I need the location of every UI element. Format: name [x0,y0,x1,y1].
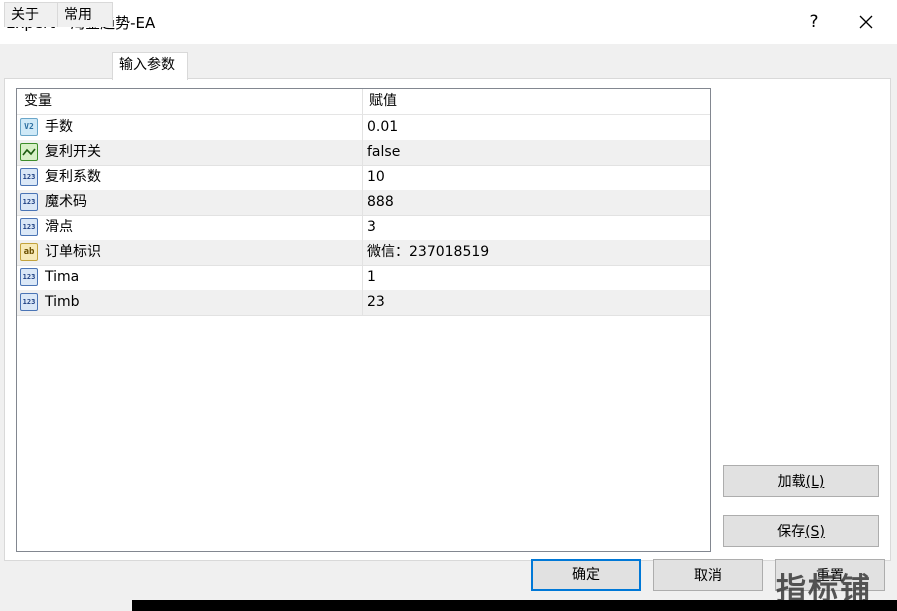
parameter-grid: 变量 赋值 V2 手数 0.01 复利开关 false 123 复利系数 10 … [16,88,711,552]
param-name: 滑点 [45,215,73,240]
save-button[interactable]: 保存(S) [723,515,879,547]
table-row[interactable]: 复利开关 false [17,140,710,166]
param-name: Tima [45,265,79,290]
help-button[interactable]: ? [800,8,828,36]
string-type-icon: ab [20,243,38,261]
param-name: 魔术码 [45,190,87,215]
int-type-icon: 123 [20,168,38,186]
bool-type-icon [20,143,38,161]
table-row[interactable]: 123 Tima 1 [17,265,710,291]
param-value[interactable]: 10 [367,165,385,190]
grid-header: 变量 赋值 [17,89,710,115]
param-value[interactable]: 0.01 [367,115,398,140]
double-type-icon: V2 [20,118,38,136]
header-value[interactable]: 赋值 [369,89,397,114]
param-value[interactable]: false [367,140,400,165]
tab-about[interactable]: 关于 [4,2,58,27]
param-value[interactable]: 微信：237018519 [367,240,489,265]
tab-common[interactable]: 常用 [57,2,113,27]
ok-button[interactable]: 确定 [531,559,641,591]
table-row[interactable]: 123 复利系数 10 [17,165,710,191]
load-button[interactable]: 加载(L) [723,465,879,497]
table-row[interactable]: V2 手数 0.01 [17,115,710,141]
table-row[interactable]: 123 魔术码 888 [17,190,710,216]
cancel-button[interactable]: 取消 [653,559,763,591]
close-icon [858,14,874,30]
param-name: Timb [45,290,80,315]
int-type-icon: 123 [20,218,38,236]
tab-inputs[interactable]: 输入参数 [112,52,188,80]
param-value[interactable]: 3 [367,215,376,240]
param-name: 订单标识 [45,240,101,265]
header-variable[interactable]: 变量 [24,89,52,114]
param-name: 复利系数 [45,165,101,190]
save-label: 保存 [777,524,805,540]
param-name: 复利开关 [45,140,101,165]
table-row[interactable]: ab 订单标识 微信：237018519 [17,240,710,266]
table-row[interactable]: 123 滑点 3 [17,215,710,241]
title-bar: Expert - 淘金趋势-EA ? [0,0,897,44]
param-value[interactable]: 1 [367,265,376,290]
param-value[interactable]: 23 [367,290,385,315]
param-name: 手数 [45,115,73,140]
close-button[interactable] [850,8,882,36]
load-label: 加载 [778,474,806,490]
param-value[interactable]: 888 [367,190,394,215]
table-row[interactable]: 123 Timb 23 [17,290,710,316]
int-type-icon: 123 [20,268,38,286]
int-type-icon: 123 [20,193,38,211]
int-type-icon: 123 [20,293,38,311]
save-accel: (S) [805,524,825,540]
load-accel: (L) [806,474,825,490]
chart-strip [132,600,897,611]
